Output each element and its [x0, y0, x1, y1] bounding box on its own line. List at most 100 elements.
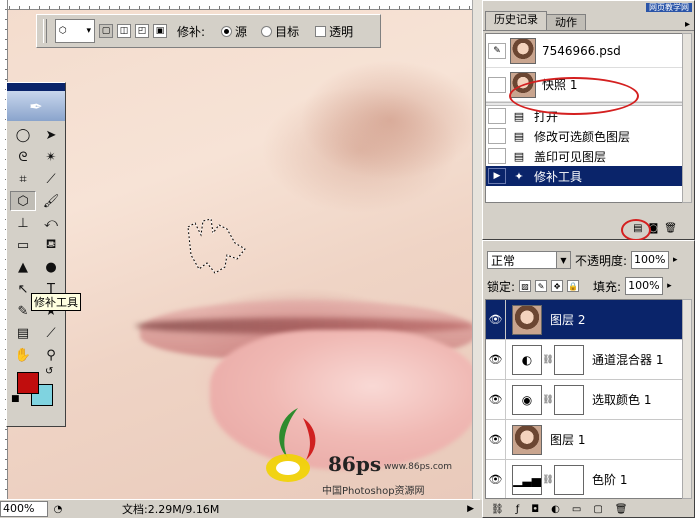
eye-icon[interactable]: 👁 — [486, 340, 506, 379]
trash-icon[interactable]: 🗑 — [664, 223, 677, 234]
intersect-selection-button[interactable]: ▣ — [153, 24, 167, 38]
trash-icon[interactable]: 🗑 — [615, 504, 628, 515]
history-step[interactable]: ▤ 修改可选颜色图层 — [486, 126, 682, 146]
opacity-label: 不透明度: — [575, 253, 628, 268]
status-menu-arrow-icon[interactable]: ▶ — [467, 504, 474, 514]
history-source-box[interactable] — [488, 76, 506, 93]
opacity-input[interactable]: 100% — [631, 251, 670, 269]
fill-slider-arrow-icon[interactable]: ▸ — [667, 281, 672, 291]
source-radio-dot[interactable] — [221, 25, 233, 37]
patch-label: 修补: — [177, 24, 206, 39]
layer-row[interactable]: 👁 ▁▃▅ ⛓ 色阶 1 — [486, 460, 682, 498]
fill-input[interactable]: 100% — [625, 277, 664, 295]
document-canvas[interactable]: 86ps www.86ps.com 中国Photoshop资源网 — [0, 0, 472, 500]
slice-tool-icon[interactable]: ⟋ — [38, 169, 64, 189]
lock-all-icon[interactable]: 🔒 — [567, 280, 580, 292]
transparent-checkbox[interactable]: 透明 — [315, 23, 353, 40]
hand-tool-icon[interactable]: ✋ — [10, 345, 36, 365]
eye-icon[interactable]: 👁 — [486, 460, 506, 498]
layer-row[interactable]: 👁 ◉ ⛓ 选取颜色 1 — [486, 380, 682, 420]
notes-tool-icon[interactable]: ▤ — [10, 323, 36, 343]
layer-style-icon[interactable]: ƒ — [516, 504, 520, 515]
crop-tool-icon[interactable]: ⌗ — [10, 169, 36, 189]
new-selection-button[interactable]: ▢ — [99, 24, 113, 38]
history-step-selected[interactable]: ▶ ✦ 修补工具 — [486, 166, 682, 186]
lock-position-icon[interactable]: ✥ — [551, 280, 564, 292]
subtract-selection-button[interactable]: ◰ — [135, 24, 149, 38]
history-source-box[interactable] — [488, 148, 506, 164]
eye-icon[interactable]: 👁 — [486, 380, 506, 419]
create-snapshot-icon[interactable]: ◙ — [649, 223, 659, 234]
paint-bucket-tool-icon[interactable]: ⛾ — [38, 235, 64, 255]
transparent-check-box[interactable] — [315, 25, 327, 37]
lower-lip — [210, 330, 472, 470]
magic-wand-tool-icon[interactable]: ✴ — [38, 147, 64, 167]
eye-icon[interactable]: 👁 — [486, 420, 506, 459]
zoom-field[interactable]: 400% — [0, 501, 48, 517]
eye-icon[interactable]: 👁 — [486, 300, 506, 339]
link-layers-icon[interactable]: ⛓ — [491, 504, 504, 515]
tool-preset-picker[interactable]: ⬡ ▾ — [55, 19, 95, 43]
add-mask-icon[interactable]: ◘ — [531, 504, 539, 515]
tab-history[interactable]: 历史记录 — [485, 11, 547, 30]
chevron-down-icon[interactable]: ▼ — [556, 252, 570, 268]
eraser-tool-icon[interactable]: ▭ — [10, 235, 36, 255]
eyedropper-tool-icon[interactable]: ⟋ — [38, 323, 64, 343]
history-state-arrow-icon[interactable]: ▶ — [488, 168, 506, 184]
options-grip[interactable] — [43, 19, 47, 43]
brush-tool-icon[interactable]: 🖌 — [38, 191, 64, 211]
move-tool-icon[interactable]: ➤ — [38, 125, 64, 145]
snapshot-item[interactable]: 快照 1 — [486, 68, 682, 102]
history-scrollbar[interactable] — [682, 33, 692, 203]
layer-row[interactable]: 👁 图层 2 — [486, 300, 682, 340]
history-step[interactable]: ▤ 打开 — [486, 106, 682, 126]
link-chain-icon: ⛓ — [542, 394, 554, 405]
source-radio[interactable]: 源 — [221, 23, 247, 40]
snapshot-item[interactable]: ✎ 7546966.psd — [486, 34, 682, 68]
blur-tool-icon[interactable]: ▲ — [10, 257, 36, 277]
patch-tool-icon[interactable]: ⬡ — [10, 191, 36, 211]
feather-logo-icon[interactable]: ✒ — [7, 91, 65, 121]
history-source-box[interactable] — [488, 128, 506, 144]
opacity-slider-arrow-icon[interactable]: ▸ — [673, 255, 678, 265]
layer-row[interactable]: 👁 图层 1 — [486, 420, 682, 460]
history-step[interactable]: ▤ 盖印可见图层 — [486, 146, 682, 166]
foreground-color-swatch[interactable] — [17, 372, 39, 394]
canvas-scrollbar[interactable] — [472, 0, 482, 500]
layer-list: 👁 图层 2 👁 ◐ ⛓ 通道混合器 1 👁 ◉ ⛓ 选取颜色 1 👁 图层 1… — [485, 299, 683, 499]
history-source-icon[interactable]: ✎ — [488, 42, 506, 59]
new-document-from-state-icon[interactable]: ▤ — [633, 223, 642, 234]
new-group-icon[interactable]: ▭ — [572, 504, 581, 515]
history-panel: 网页教学网 历史记录 动作 ▸ ✎ 7546966.psd 快照 1 ▤ 打开 … — [482, 0, 695, 241]
destination-radio[interactable]: 目标 — [261, 23, 299, 40]
blend-mode-select[interactable]: 正常 ▼ — [487, 251, 571, 269]
lasso-tool-icon[interactable]: ᘓ — [10, 147, 36, 167]
history-source-box[interactable] — [488, 108, 506, 124]
default-colors-icon[interactable]: ■ — [11, 394, 20, 404]
toolbox-titlebar[interactable] — [7, 83, 65, 91]
lock-image-icon[interactable]: ✎ — [535, 280, 548, 292]
layers-scrollbar[interactable] — [682, 299, 692, 499]
layer-row[interactable]: 👁 ◐ ⛓ 通道混合器 1 — [486, 340, 682, 380]
snapshot-thumbnail — [510, 37, 536, 64]
history-titlebar[interactable]: 网页教学网 — [483, 1, 694, 12]
marquee-tool-icon[interactable]: ◯ — [10, 125, 36, 145]
new-adjustment-layer-icon[interactable]: ◐ — [551, 504, 560, 515]
destination-radio-dot[interactable] — [261, 25, 273, 37]
dodge-tool-icon[interactable]: ● — [38, 257, 64, 277]
patch-selection[interactable] — [185, 215, 250, 275]
zoom-tool-icon[interactable]: ⚲ — [38, 345, 64, 365]
corner-watermark-tag: 网页教学网 — [646, 3, 692, 12]
lock-transparency-icon[interactable]: ▨ — [519, 280, 532, 292]
history-brush-tool-icon[interactable]: ⤺ — [38, 213, 64, 233]
transparent-label: 透明 — [329, 24, 354, 39]
layers-panel: 正常 ▼ 不透明度: 100% ▸ 锁定: ▨ ✎ ✥ 🔒 填充: 100% ▸… — [482, 240, 695, 518]
clone-stamp-tool-icon[interactable]: ⊥ — [10, 213, 36, 233]
add-selection-button[interactable]: ◫ — [117, 24, 131, 38]
panel-menu-icon[interactable]: ▸ — [685, 19, 690, 30]
swap-colors-icon[interactable]: ↺ — [45, 366, 53, 377]
status-info-icon[interactable]: ◔ — [50, 501, 66, 517]
destination-label: 目标 — [275, 24, 300, 39]
new-layer-icon[interactable]: ▢ — [593, 504, 602, 515]
tab-actions[interactable]: 动作 — [546, 14, 586, 30]
